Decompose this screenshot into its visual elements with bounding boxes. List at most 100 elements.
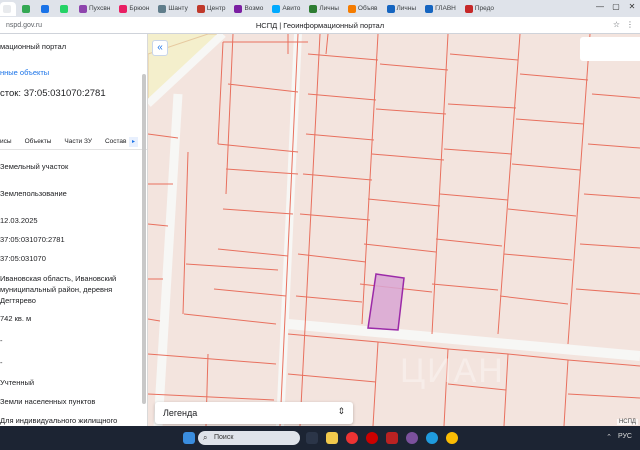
edge-icon[interactable] (426, 432, 438, 444)
file-explorer-icon[interactable] (326, 432, 338, 444)
tab-favicon-icon (425, 4, 434, 13)
tray-chevron-icon[interactable]: ⌃ (606, 433, 612, 441)
window-controls: — ▢ ✕ (592, 0, 640, 14)
search-icon: ⌕ (203, 433, 208, 442)
tab-objects[interactable]: Объекты (25, 138, 52, 145)
browser-tab[interactable]: Пухсвн (76, 2, 113, 16)
browser-tab[interactable]: Личны (384, 2, 420, 16)
object-info-panel: мационный портал нные объекты сток: 37:0… (0, 34, 148, 426)
field-object-type: Земельный участок (0, 162, 69, 171)
field-empty-2: - (0, 358, 3, 367)
tab-favicon-icon (79, 4, 87, 13)
chrome-icon[interactable] (446, 432, 458, 444)
roads (148, 34, 640, 426)
chevron-updown-icon: ⇕ (337, 406, 345, 416)
panel-header: мационный портал (0, 42, 67, 51)
tab-description[interactable]: исы (0, 138, 12, 145)
browser-tab[interactable] (38, 2, 54, 16)
legend-label: Легенда (163, 408, 198, 418)
browser-tab[interactable]: Авито (269, 2, 303, 16)
tab-favicon-icon (158, 4, 167, 13)
map-attribution: НСПД (616, 419, 638, 425)
browser-tab[interactable] (19, 2, 35, 16)
field-address-line3: Дегтярево (0, 296, 36, 305)
address-bar-icons: ☆ ⋮ (613, 20, 634, 29)
field-area: 742 кв. м (0, 314, 32, 323)
subtabs-next-button[interactable]: ▸ (129, 137, 138, 147)
tab-label: ГЛАВН (435, 5, 456, 12)
tab-favicon-icon (309, 4, 318, 13)
tab-favicon-icon (347, 4, 356, 13)
taskbar-search-placeholder: Поиск (214, 434, 234, 441)
panel-subtabs: исы Объекты Части ЗУ Состав ▸ (0, 134, 147, 150)
tab-label: Брюон (129, 5, 150, 12)
map-search-box[interactable] (580, 37, 640, 61)
browser-tab[interactable]: Возмо (231, 2, 266, 16)
tab-strip: Пухсвн Брюон Шанту Центр Возмо Авито Личны Объя… (0, 0, 640, 17)
tab-favicon-icon (41, 4, 49, 13)
browser-tab[interactable] (57, 2, 73, 16)
parcel-title: сток: 37:05:031070:2781 (0, 88, 106, 99)
breadcrumb-link[interactable]: нные объекты (0, 68, 49, 77)
collapse-panel-button[interactable]: « (152, 40, 168, 56)
yandex-icon[interactable] (346, 432, 358, 444)
field-status: Учтенный (0, 378, 35, 387)
tab-label: Предо (474, 5, 495, 12)
tab-favicon-icon (60, 4, 68, 13)
browser-tab[interactable]: Брюон (116, 2, 152, 16)
tab-label: Шанту (168, 5, 188, 12)
tab-parts[interactable]: Части ЗУ (64, 138, 92, 145)
taskbar-search[interactable]: ⌕ Поиск (198, 431, 300, 445)
selected-parcel[interactable] (367, 273, 405, 331)
minimize-button[interactable]: — (592, 0, 608, 14)
panel-scrollbar[interactable] (142, 74, 146, 404)
field-address-line2: муниципальный район, деревня (0, 285, 113, 294)
tab-favicon-icon (22, 4, 30, 13)
tab-label: Объяв (357, 5, 378, 12)
filezilla-icon[interactable] (386, 432, 398, 444)
browser-tab[interactable]: Предо (462, 2, 497, 16)
system-tray: ⌃ РУС (606, 433, 632, 441)
tab-favicon-icon (196, 4, 205, 13)
tab-label: Личны (319, 5, 339, 12)
maximize-button[interactable]: ▢ (608, 0, 624, 14)
browser-tab[interactable]: Личны (306, 2, 342, 16)
menu-icon[interactable]: ⋮ (626, 20, 634, 29)
tab-label: Центр (206, 5, 226, 12)
close-button[interactable]: ✕ (624, 0, 640, 14)
browser-chrome: Пухсвн Брюон Шанту Центр Возмо Авито Личны Объя… (0, 0, 640, 34)
field-empty-1: - (0, 336, 3, 345)
field-subtype: Землепользование (0, 189, 67, 198)
viber-icon[interactable] (406, 432, 418, 444)
browser-tab[interactable]: Центр (194, 2, 229, 16)
field-quarter: 37:05:031070 (0, 254, 46, 263)
address-bar[interactable]: nspd.gov.ru НСПД | Геоинформационный пор… (0, 17, 640, 34)
windows-icon[interactable] (183, 432, 195, 444)
field-permitted-use: Для индивидуального жилищного (0, 416, 118, 425)
browser-tab[interactable]: ГЛАВН (422, 2, 459, 16)
tab-favicon-icon (3, 4, 11, 13)
cadastral-map[interactable]: ЦИАН (148, 34, 640, 426)
taskbar: ⌕ Поиск ⌃ РУС (0, 426, 640, 450)
browser-tab[interactable]: Шанту (155, 2, 190, 16)
legend-toggle[interactable]: Легенда ⇕ (155, 402, 353, 424)
watermark: ЦИАН (400, 352, 505, 390)
opera-icon[interactable] (366, 432, 378, 444)
tab-favicon-icon (234, 4, 243, 13)
tab-label: Авито (282, 5, 301, 12)
browser-tab[interactable] (0, 1, 16, 16)
tab-favicon-icon (464, 4, 473, 13)
parcel-map-svg (148, 34, 640, 426)
field-address-line1: Ивановская область, Ивановский (0, 274, 117, 283)
tab-favicon-icon (272, 4, 281, 13)
task-view-icon[interactable] (306, 432, 318, 444)
field-date: 12.03.2025 (0, 216, 38, 225)
tab-label: Личны (396, 5, 417, 12)
language-indicator[interactable]: РУС (618, 433, 632, 441)
tab-label: Возмо (244, 5, 264, 12)
tab-favicon-icon (386, 4, 395, 13)
parcel-boundaries (148, 34, 640, 426)
browser-tab[interactable]: Объяв (345, 2, 381, 16)
tab-composition[interactable]: Состав (105, 138, 127, 145)
star-icon[interactable]: ☆ (613, 20, 620, 29)
